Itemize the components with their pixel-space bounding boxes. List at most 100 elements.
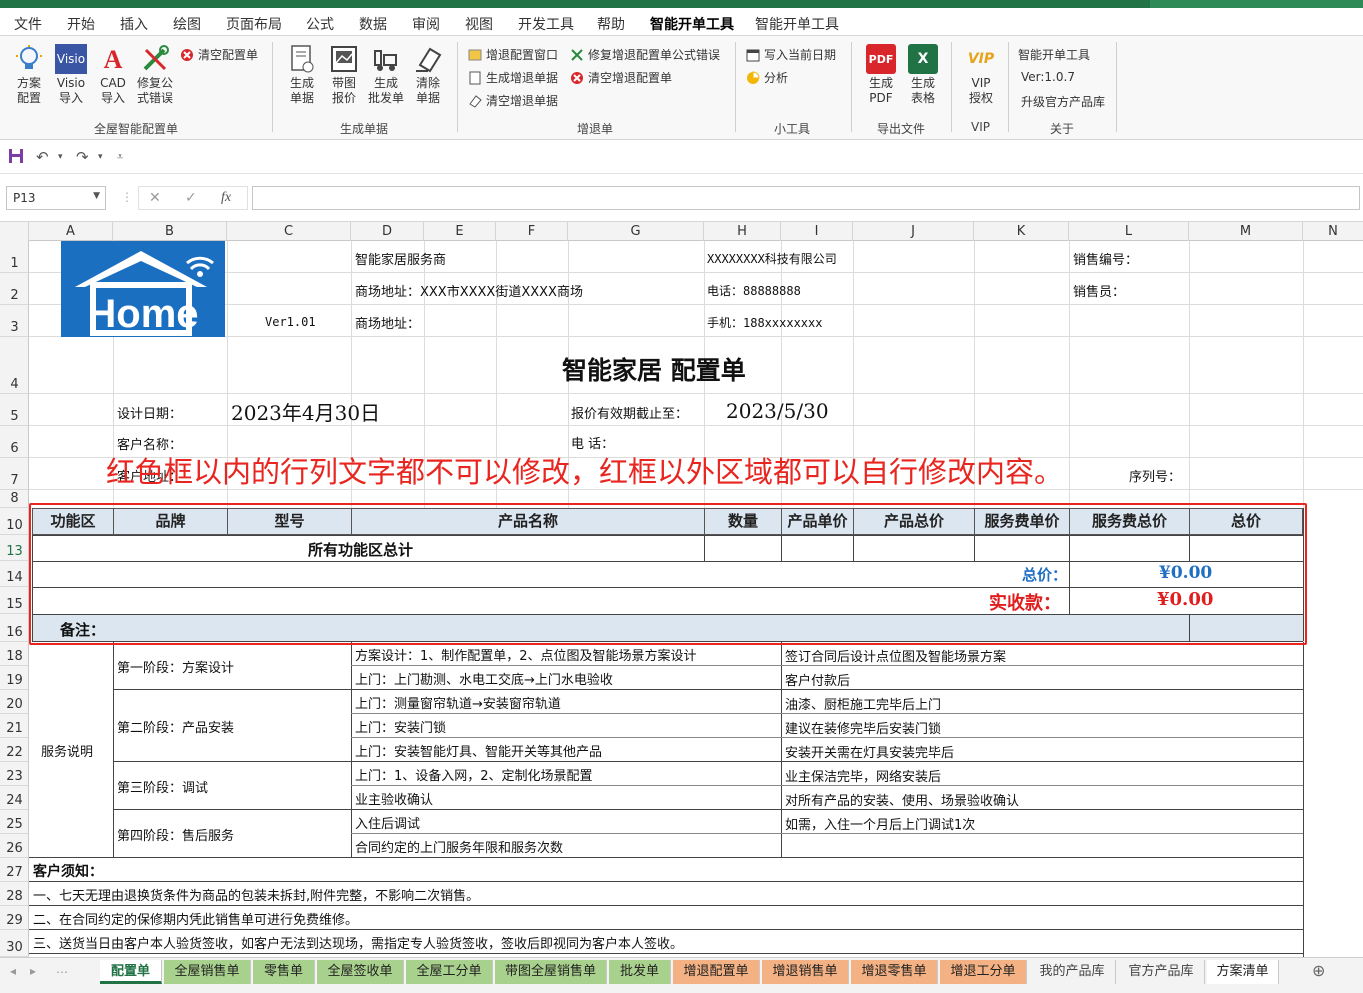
row-header[interactable]: 7 (0, 458, 29, 490)
fx-icon[interactable]: fx (221, 190, 231, 206)
row-header[interactable]: 1 (0, 241, 29, 273)
undo-dropdown-icon[interactable]: ▾ (58, 152, 63, 162)
cancel-icon[interactable]: ✕ (149, 190, 161, 206)
row-header[interactable]: 16 (0, 614, 29, 642)
sheet-tab-config[interactable]: 配置单 (100, 960, 162, 984)
more-sheets-icon[interactable]: … (56, 962, 68, 976)
row-header[interactable]: 8 (0, 490, 29, 508)
chevron-down-icon[interactable]: ▼ (93, 191, 100, 201)
row-header[interactable]: 6 (0, 426, 29, 458)
sheet-tab-image-sales[interactable]: 带图全屋销售单 (495, 960, 607, 984)
col-header-h[interactable]: H (704, 222, 781, 241)
tab-formulas[interactable]: 公式 (306, 14, 334, 34)
tab-file[interactable]: 文件 (14, 14, 42, 34)
scroll-right-icon[interactable]: ▸ (30, 964, 36, 978)
return-config-window-button[interactable]: 增退配置窗口 (468, 46, 558, 63)
row-header[interactable]: 14 (0, 561, 29, 587)
undo-icon[interactable]: ↶ (36, 148, 49, 166)
row-header[interactable]: 20 (0, 690, 29, 714)
tab-insert[interactable]: 插入 (120, 14, 148, 34)
row-header[interactable]: 18 (0, 642, 29, 666)
col-header-l[interactable]: L (1069, 222, 1189, 241)
sheet-tab-whole-house-sales[interactable]: 全屋销售单 (164, 960, 251, 984)
image-quote-button[interactable]: 带图 报价 (324, 44, 364, 106)
generate-return-docs-button[interactable]: 生成增退单据 (468, 69, 558, 86)
sheet-tab-my-products[interactable]: 我的产品库 (1029, 960, 1116, 984)
tab-developer[interactable]: 开发工具 (518, 14, 574, 34)
row-header[interactable]: 13 (0, 535, 29, 561)
sheet-tab-wholesale[interactable]: 批发单 (609, 960, 671, 984)
generate-wholesale-button[interactable]: 生成 批发单 (366, 44, 406, 106)
tab-help[interactable]: 帮助 (597, 14, 625, 34)
col-header-g[interactable]: G (568, 222, 704, 241)
col-header-d[interactable]: D (351, 222, 424, 241)
valid-until-value[interactable]: 2023/5/30 (726, 399, 829, 423)
sheet-tab-return-sales[interactable]: 增退销售单 (762, 960, 849, 984)
col-header-a[interactable]: A (29, 222, 113, 241)
tab-view[interactable]: 视图 (465, 14, 493, 34)
formula-input[interactable] (252, 186, 1360, 210)
tab-draw[interactable]: 绘图 (173, 14, 201, 34)
sheet-tab-official-products[interactable]: 官方产品库 (1118, 960, 1205, 984)
row-header[interactable]: 19 (0, 666, 29, 690)
redo-icon[interactable]: ↷ (76, 148, 89, 166)
col-header-e[interactable]: E (424, 222, 496, 241)
analyze-button[interactable]: 分析 (746, 69, 788, 86)
clear-return-docs-button[interactable]: 清空增退单据 (468, 92, 558, 109)
row-header[interactable]: 29 (0, 906, 29, 930)
save-icon[interactable] (8, 148, 24, 168)
row-header[interactable]: 30 (0, 930, 29, 957)
col-header-m[interactable]: M (1189, 222, 1303, 241)
enter-icon[interactable]: ✓ (185, 190, 197, 206)
tab-data[interactable]: 数据 (359, 14, 387, 34)
sheet-tab-retail[interactable]: 零售单 (253, 960, 315, 984)
row-header[interactable]: 26 (0, 834, 29, 858)
row-header[interactable]: 23 (0, 762, 29, 786)
generate-pdf-button[interactable]: PDF 生成 PDF (861, 44, 901, 106)
col-header-k[interactable]: K (974, 222, 1069, 241)
sheet-tab-return-retail[interactable]: 增退零售单 (851, 960, 938, 984)
sheet-tab-scheme-list[interactable]: 方案清单 (1207, 960, 1279, 984)
redo-dropdown-icon[interactable]: ▾ (98, 152, 103, 162)
col-header-f[interactable]: F (496, 222, 568, 241)
col-header-j[interactable]: J (853, 222, 974, 241)
select-all-corner[interactable] (0, 222, 29, 241)
row-header[interactable]: 27 (0, 858, 29, 882)
write-date-button[interactable]: 写入当前日期 (746, 46, 836, 63)
cad-import-button[interactable]: A CAD 导入 (93, 44, 133, 106)
upgrade-product-library-link[interactable]: 升级官方产品库 (1021, 93, 1105, 110)
col-header-i[interactable]: I (781, 222, 853, 241)
tab-smart-billing-2[interactable]: 智能开单工具 (755, 14, 839, 34)
row-header[interactable]: 10 (0, 508, 29, 535)
design-date-value[interactable]: 2023年4月30日 (231, 397, 380, 426)
fix-return-formula-button[interactable]: 修复增退配置单公式错误 (570, 46, 720, 63)
sheet-tab-whole-house-receipt[interactable]: 全屋签收单 (317, 960, 404, 984)
sheet-tab-whole-house-work[interactable]: 全屋工分单 (406, 960, 493, 984)
row-header[interactable]: 21 (0, 714, 29, 738)
fix-formula-button[interactable]: 修复公 式错误 (135, 44, 175, 106)
tab-review[interactable]: 审阅 (412, 14, 440, 34)
scheme-config-button[interactable]: 方案 配置 (9, 44, 49, 106)
visio-import-button[interactable]: Visio Visio 导入 (51, 44, 91, 106)
col-header-b[interactable]: B (113, 222, 227, 241)
sheet-tab-return-work[interactable]: 增退工分单 (940, 960, 1027, 984)
generate-docs-button[interactable]: 生成 单据 (282, 44, 322, 106)
remark-row[interactable] (33, 615, 1303, 641)
vip-auth-button[interactable]: VIP VIP 授权 (961, 44, 1001, 106)
row-header[interactable]: 24 (0, 786, 29, 810)
scroll-left-icon[interactable]: ◂ (10, 964, 16, 978)
generate-sheet-button[interactable]: X 生成 表格 (903, 44, 943, 106)
row-header[interactable]: 3 (0, 305, 29, 337)
tab-smart-billing-active[interactable]: 智能开单工具 (650, 14, 734, 39)
clear-return-config-button[interactable]: 清空增退配置单 (570, 69, 672, 86)
row-header[interactable]: 22 (0, 738, 29, 762)
name-box[interactable]: P13 ▼ (6, 186, 106, 210)
clear-config-button[interactable]: 清空配置单 (180, 46, 258, 63)
col-header-c[interactable]: C (227, 222, 351, 241)
customize-qat-icon[interactable]: ⩡ (117, 150, 123, 164)
row-header[interactable]: 25 (0, 810, 29, 834)
sheet-tab-return-config[interactable]: 增退配置单 (673, 960, 760, 984)
add-sheet-icon[interactable]: ⊕ (1312, 961, 1325, 980)
row-header[interactable]: 2 (0, 273, 29, 305)
tab-home[interactable]: 开始 (67, 14, 95, 34)
